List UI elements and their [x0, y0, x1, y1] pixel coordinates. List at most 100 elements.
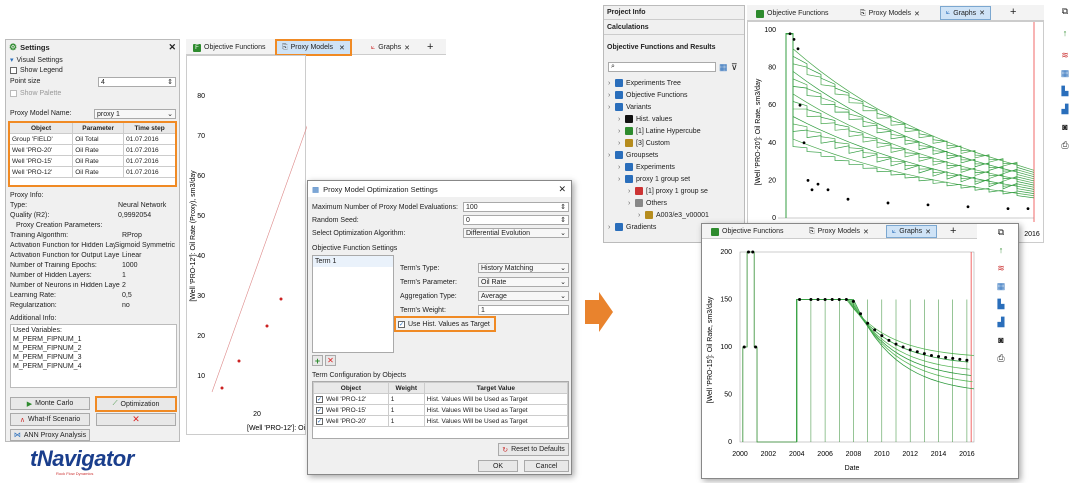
agg-select[interactable]: Average ⌄ — [478, 291, 569, 301]
table-row[interactable]: Group 'FIELD' Oil Total 01.07.2016 — [8, 133, 176, 145]
tree-item[interactable]: › proxy 1 group set — [618, 174, 740, 184]
checkbox-box[interactable] — [10, 89, 17, 97]
print-icon[interactable]: ⎙ — [994, 352, 1008, 364]
monte-carlo-button[interactable]: ▶ Monte Carlo — [10, 397, 90, 410]
random-seed-input[interactable]: 0 ⇕ — [463, 215, 569, 225]
histogram-icon[interactable]: ▙ — [1058, 85, 1072, 97]
tab-objective-functions[interactable]: Objective Functions — [751, 7, 833, 20]
camera-icon[interactable]: ◙ — [1058, 121, 1072, 133]
tab-graphs[interactable]: ⟀ Graphs ✕ — [940, 6, 992, 20]
print-icon[interactable]: ⎙ — [1058, 139, 1072, 151]
add-tab-button[interactable]: + — [422, 40, 438, 53]
expand-icon[interactable]: › — [608, 104, 615, 111]
tree-item[interactable]: › Variants — [608, 102, 740, 112]
cell[interactable]: 1 — [387, 393, 425, 405]
close-icon[interactable]: ✕ — [863, 228, 869, 236]
tab-graphs[interactable]: ⟀ Graphs ✕ — [886, 225, 938, 238]
curves-icon[interactable]: ≋ — [994, 262, 1008, 274]
checkbox-box[interactable] — [10, 66, 17, 74]
histogram-icon[interactable]: ▙ — [994, 298, 1008, 310]
table-icon[interactable]: ▦ — [1058, 67, 1072, 79]
table-row[interactable]: ✓ Well 'PRO-20' 1 Hist. Values Will be Used… — [313, 415, 569, 427]
list-item[interactable]: Term 1 — [313, 256, 393, 267]
expand-icon[interactable]: › — [628, 200, 635, 207]
up-arrow-icon[interactable]: ↑ — [994, 244, 1008, 256]
use-hist-checkbox[interactable]: ✓ Use Hist. Values as Target — [394, 316, 496, 332]
terms-list[interactable]: Term 1 — [312, 255, 394, 353]
expand-icon[interactable]: › — [608, 92, 615, 99]
point-size-input[interactable]: 4 ⇕ — [98, 77, 176, 87]
obj-results-header[interactable]: Objective Functions and Results — [604, 41, 744, 54]
tree-search-input[interactable]: ⌕ — [608, 62, 716, 72]
spinner-icon[interactable]: ⇕ — [167, 78, 175, 86]
checkbox-checked[interactable]: ✓ — [316, 406, 323, 414]
algorithm-select[interactable]: Differential Evolution ⌄ — [463, 228, 569, 238]
up-arrow-icon[interactable]: ↑ — [1058, 27, 1072, 39]
tab-graphs[interactable]: ⟀ Graphs ✕ — [366, 41, 415, 54]
ann-proxy-button[interactable]: ⋈ ANN Proxy Analysis — [10, 429, 90, 441]
ok-button[interactable]: OK — [478, 460, 518, 472]
checkbox-checked[interactable]: ✓ — [316, 417, 323, 425]
tab-proxy-models[interactable]: ⎘ Proxy Models ✕ — [855, 7, 925, 20]
expand-icon[interactable]: › — [618, 116, 625, 123]
curves-icon[interactable]: ≋ — [1058, 49, 1072, 61]
project-info-header[interactable]: Project Info — [604, 6, 744, 20]
table-row[interactable]: ✓ Well 'PRO-12' 1 Hist. Values Will be Used… — [313, 393, 569, 405]
table-row[interactable]: Well 'PRO-15' Oil Rate 01.07.2016 — [8, 155, 176, 167]
close-icon[interactable]: ✕ — [914, 10, 920, 18]
spinner-icon[interactable]: ⇕ — [560, 203, 568, 211]
histogram-plus-icon[interactable]: ▟ — [994, 316, 1008, 328]
cell[interactable]: 1 — [387, 415, 425, 427]
add-term-button[interactable]: + — [312, 355, 323, 366]
show-legend-checkbox[interactable]: Show Legend — [10, 65, 175, 75]
delete-button[interactable]: ✕ — [96, 413, 176, 426]
show-palette-checkbox[interactable]: Show Palette — [10, 88, 175, 98]
close-icon[interactable]: ✕ — [339, 44, 345, 52]
camera-icon[interactable]: ◙ — [994, 334, 1008, 346]
term-type-select[interactable]: History Matching ⌄ — [478, 263, 569, 273]
optimization-button[interactable]: ⟋ Optimization — [95, 396, 177, 412]
checkbox-checked[interactable]: ✓ — [398, 320, 405, 328]
tree-item[interactable]: › Experiments Tree — [608, 78, 740, 88]
expand-icon[interactable]: › — [628, 188, 635, 195]
filter-icon[interactable]: ⊽ — [731, 62, 738, 73]
max-evals-input[interactable]: 100 ⇕ — [463, 202, 569, 212]
window-icon[interactable]: ⧉ — [994, 226, 1008, 238]
close-icon[interactable]: ✕ — [925, 228, 931, 236]
expand-icon[interactable]: › — [608, 152, 615, 159]
tab-objective-functions[interactable]: Objective Functions — [706, 225, 788, 238]
expand-icon[interactable]: › — [618, 164, 625, 171]
expand-icon[interactable]: › — [618, 176, 625, 183]
close-icon[interactable]: ✕ — [558, 184, 571, 195]
tab-proxy-models[interactable]: ⎘ Proxy Models ✕ — [275, 39, 352, 56]
tree-item[interactable]: › [3] Custom — [618, 138, 740, 148]
tree-item[interactable]: › Hist. values — [618, 114, 740, 124]
expand-icon[interactable]: › — [608, 80, 615, 87]
tree-item[interactable]: › [1] proxy 1 group se — [628, 186, 740, 196]
table-row[interactable]: Well 'PRO-20' Oil Rate 01.07.2016 — [8, 144, 176, 156]
tab-objective-functions[interactable]: F Objective Functions — [188, 41, 270, 54]
remove-term-button[interactable]: ✕ — [325, 355, 336, 366]
spinner-icon[interactable]: ⇕ — [560, 216, 568, 224]
cancel-button[interactable]: Cancel — [524, 460, 569, 472]
tree-item[interactable]: › Objective Functions — [608, 90, 740, 100]
expand-icon[interactable]: › — [608, 224, 615, 231]
checkbox-checked[interactable]: ✓ — [316, 395, 323, 403]
close-icon[interactable]: ✕ — [979, 9, 985, 17]
tree-item[interactable]: › A003/e3_v00001 — [638, 210, 740, 220]
close-icon[interactable]: ✕ — [404, 44, 410, 52]
window-icon[interactable]: ⧉ — [1058, 5, 1072, 17]
table-icon[interactable]: ▦ — [994, 280, 1008, 292]
expand-icon[interactable]: › — [618, 128, 625, 135]
histogram-plus-icon[interactable]: ▟ — [1058, 103, 1072, 115]
tab-proxy-models[interactable]: ⎘ Proxy Models ✕ — [804, 225, 874, 238]
cell[interactable]: 1 — [387, 404, 425, 416]
add-tab-button[interactable]: + — [945, 224, 961, 237]
expand-icon[interactable]: › — [618, 140, 625, 147]
reset-defaults-button[interactable]: ↻ Reset to Defaults — [498, 443, 569, 456]
tree-item[interactable]: › [1] Latine Hypercube — [618, 126, 740, 136]
tree-item[interactable]: › Others — [628, 198, 740, 208]
what-if-button[interactable]: ∧ What-If Scenario — [10, 413, 90, 426]
tree-item[interactable]: › Groupsets — [608, 150, 740, 160]
calculations-header[interactable]: Calculations — [604, 21, 744, 35]
